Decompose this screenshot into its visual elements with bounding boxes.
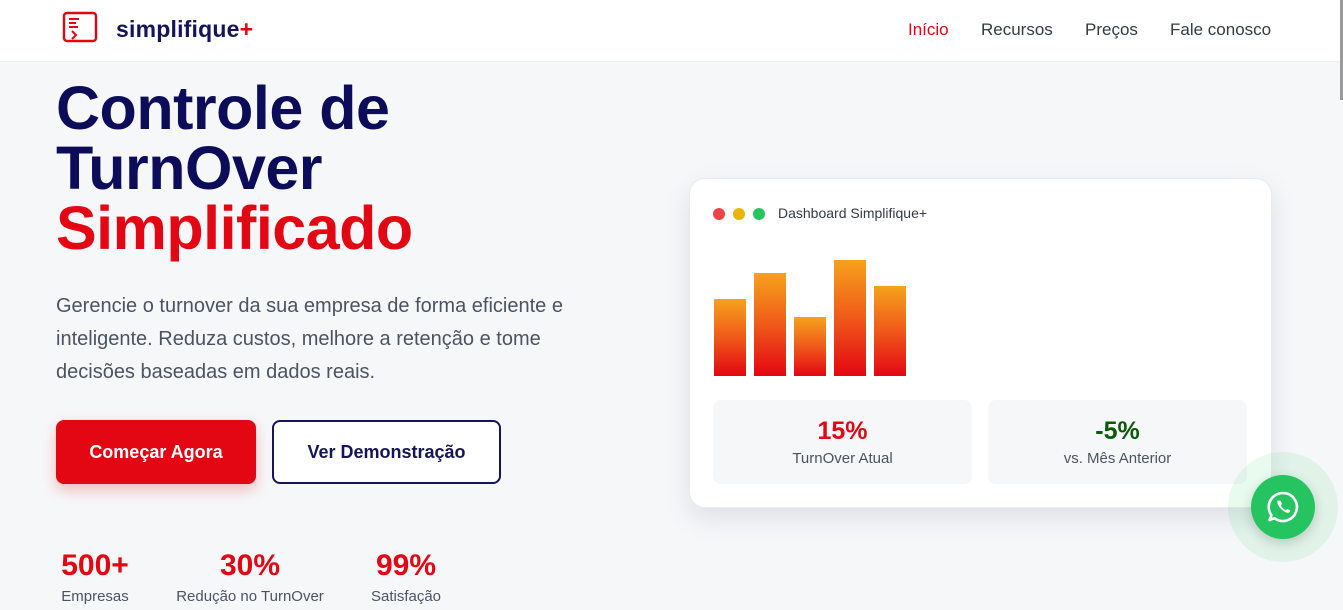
- nav-link-precos[interactable]: Preços: [1085, 20, 1138, 40]
- stat-value: 99%: [375, 549, 437, 582]
- main-nav: Início Recursos Preços Fale conosco: [0, 20, 1343, 44]
- dashboard-bar: [874, 286, 906, 376]
- metric-label: vs. Mês Anterior: [1063, 450, 1172, 467]
- dashboard-bar: [754, 273, 786, 376]
- stat-label: Satisfação: [370, 588, 442, 605]
- nav-link-recursos[interactable]: Recursos: [981, 20, 1053, 40]
- stat-value: 30%: [219, 549, 281, 582]
- stat-turnover-reduction: 30% Redução no TurnOver: [162, 548, 338, 608]
- hero-title-line-3: Simplificado: [56, 194, 413, 262]
- nav-link-inicio[interactable]: Início: [908, 20, 949, 40]
- top-navbar: simplifique+ Início Recursos Preços Fale…: [0, 0, 1343, 62]
- metric-value: -5%: [1095, 417, 1140, 445]
- view-demo-button[interactable]: Ver Demonstração: [272, 420, 501, 484]
- dashboard-bar: [794, 317, 826, 376]
- whatsapp-icon: [1267, 491, 1299, 523]
- dashboard-preview-card: Dashboard Simplifique+ 15% TurnOver Atua…: [689, 178, 1272, 508]
- metric-label: TurnOver Atual: [792, 450, 893, 467]
- whatsapp-button[interactable]: [1251, 475, 1315, 539]
- stat-value: 500+: [61, 549, 129, 582]
- start-now-button[interactable]: Começar Agora: [56, 420, 256, 484]
- metric-value: 15%: [817, 417, 868, 445]
- hero-title-line-1: Controle de: [56, 74, 390, 142]
- window-dot-green: [753, 208, 765, 220]
- hero-title: Controle de TurnOver Simplificado: [56, 74, 413, 262]
- stat-label: Redução no TurnOver: [176, 588, 324, 605]
- stat-satisfaction: 99% Satisfação: [360, 548, 452, 608]
- dashboard-bar: [834, 260, 866, 376]
- stat-companies: 500+ Empresas: [54, 548, 136, 608]
- stat-label: Empresas: [61, 588, 129, 605]
- dashboard-bar-chart: [714, 259, 934, 376]
- metric-vs-previous-month: -5% vs. Mês Anterior: [988, 400, 1247, 484]
- hero-subtitle: Gerencie o turnover da sua empresa de fo…: [56, 295, 563, 383]
- dashboard-bar: [714, 299, 746, 376]
- dashboard-title: Dashboard Simplifique+: [778, 205, 928, 221]
- window-dot-yellow: [733, 208, 745, 220]
- nav-link-fale-conosco[interactable]: Fale conosco: [1170, 20, 1271, 40]
- window-dot-red: [713, 208, 725, 220]
- metric-current-turnover: 15% TurnOver Atual: [713, 400, 972, 484]
- hero-title-line-2: TurnOver: [56, 134, 323, 202]
